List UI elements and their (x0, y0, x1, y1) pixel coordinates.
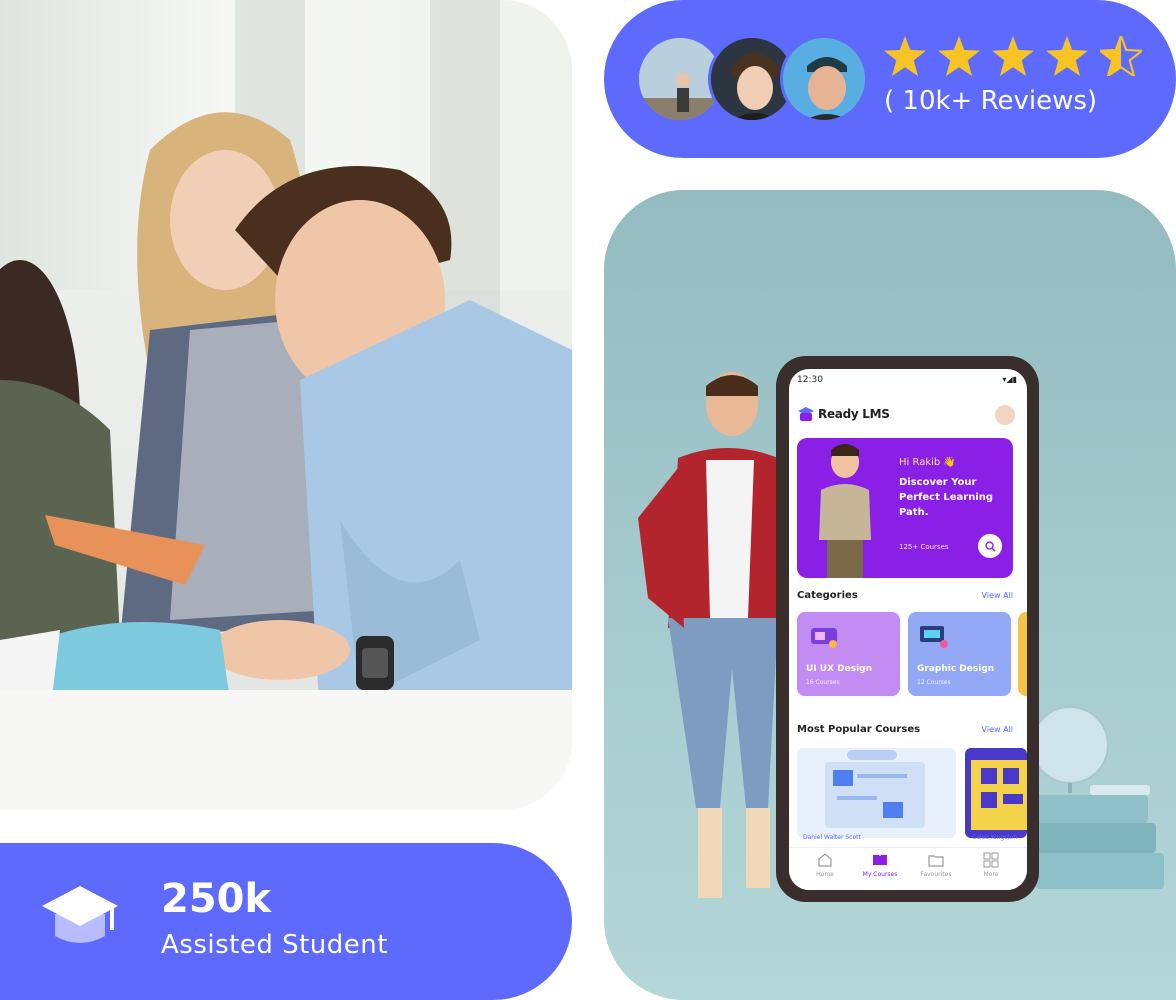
popular-title: Most Popular Courses (797, 724, 921, 735)
app-name: Ready LMS (818, 407, 890, 421)
category-card-partial[interactable] (1018, 612, 1027, 696)
table-surface (0, 690, 572, 810)
reviews-count: ( 10k+ Reviews) (884, 86, 1098, 116)
star-icon (938, 36, 980, 76)
category-card-graphic[interactable]: Graphic Design 12 Courses (908, 612, 1011, 696)
search-button[interactable] (978, 534, 1002, 558)
hero-title: Discover Your Perfect Learning Path. (899, 477, 994, 518)
greeting-text: Hi Rakib 👋 (899, 457, 956, 468)
students-illustration (0, 112, 572, 720)
nav-more[interactable]: More (963, 852, 1019, 878)
nav-label: My Courses (862, 871, 898, 878)
hero-banner: Hi Rakib 👋 Discover Your Perfect Learnin… (797, 438, 1013, 578)
profile-avatar[interactable] (995, 405, 1015, 425)
stats-number: 250k (161, 876, 272, 922)
ui-design-icon (811, 628, 837, 648)
category-name: UI UX Design (806, 664, 873, 674)
grid-icon (983, 852, 999, 868)
nav-home[interactable]: Home (797, 852, 853, 878)
graduation-cap-icon (42, 886, 118, 943)
category-count: 12 Courses (917, 679, 951, 686)
categories-title: Categories (797, 590, 858, 601)
category-count: 16 Courses (806, 679, 840, 686)
nav-favourites[interactable]: Favourites (908, 852, 964, 878)
stats-label: Assisted Student (161, 930, 388, 960)
course-count: 125+ Courses (899, 543, 949, 551)
nav-label: Favourites (920, 871, 952, 878)
hero-character-illustration (819, 444, 871, 578)
app-logo[interactable]: Ready LMS (797, 407, 890, 421)
status-icons: ▾◢▮ (1002, 375, 1017, 384)
home-icon (818, 853, 832, 867)
course-thumbnail (825, 750, 925, 828)
books-globe-illustration (1030, 706, 1164, 889)
course-card[interactable] (797, 748, 956, 838)
search-icon (984, 540, 996, 552)
bottom-nav: Home My Courses Favourites More (789, 847, 1027, 890)
nav-label: Home (816, 871, 834, 878)
graphic-design-icon (920, 626, 948, 648)
book-icon (873, 855, 887, 865)
category-card-ui-ux[interactable]: UI UX Design 16 Courses (797, 612, 900, 696)
student-figure (638, 372, 780, 898)
students-photo (0, 0, 572, 810)
folder-heart-icon (928, 855, 944, 867)
star-icon (992, 36, 1034, 76)
half-star-icon (1100, 36, 1142, 76)
star-icon (1046, 36, 1088, 76)
rating-stars (884, 36, 1142, 76)
phone-screen: 12:30 ▾◢▮ Ready LMS Hi Rakib 👋 Discover … (789, 369, 1027, 890)
status-time: 12:30 (797, 375, 823, 385)
category-name: Graphic Design (917, 664, 995, 674)
course-card[interactable] (965, 748, 1027, 838)
categories-view-all-link[interactable]: View All (982, 591, 1013, 600)
star-icon (884, 36, 926, 76)
reviewer-avatar (780, 35, 868, 123)
nav-label: More (983, 871, 999, 878)
course-author: Caleb Kingston (972, 834, 1018, 841)
logo-icon (798, 407, 814, 421)
nav-my-courses[interactable]: My Courses (852, 852, 908, 878)
course-thumbnail (971, 760, 1027, 830)
course-author: Daniel Walter Scott (803, 834, 861, 841)
popular-view-all-link[interactable]: View All (982, 725, 1013, 734)
